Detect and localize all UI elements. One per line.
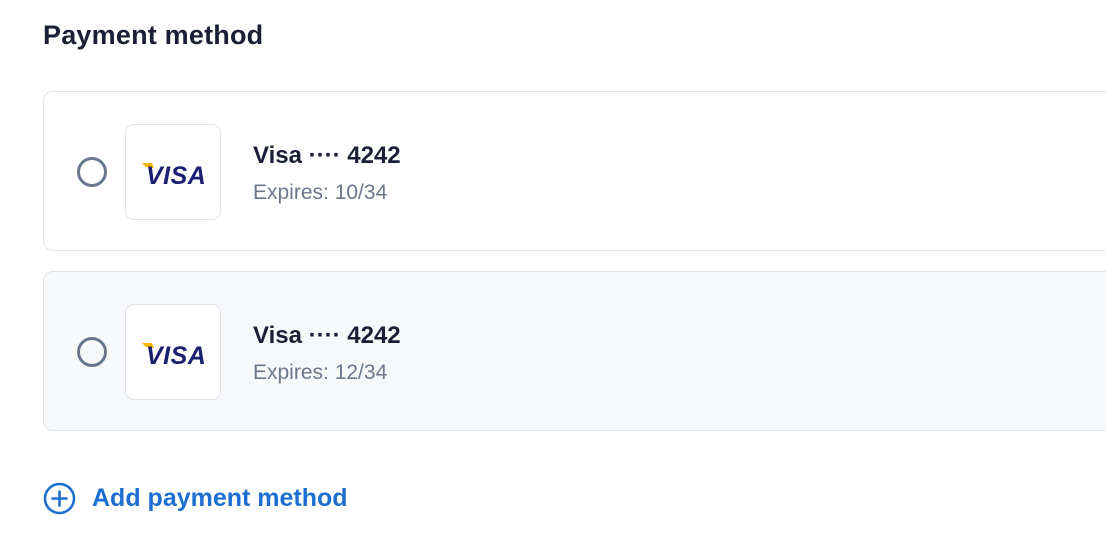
card-expiry: Expires: 10/34 — [253, 181, 388, 204]
add-payment-method-label: Add payment method — [92, 484, 348, 512]
svg-text:VISA: VISA — [146, 162, 206, 187]
visa-logo-icon: VISA — [142, 342, 206, 367]
payment-method-card[interactable]: VISA Visa ···· 4242 Expires: 10/34 — [43, 91, 1106, 251]
svg-text:VISA: VISA — [146, 342, 206, 367]
payment-method-radio[interactable] — [77, 337, 107, 367]
visa-logo-icon: VISA — [142, 162, 206, 187]
payment-method-card[interactable]: VISA Visa ···· 4242 Expires: 12/34 — [43, 271, 1106, 431]
card-name: Visa ···· 4242 — [253, 142, 401, 169]
payment-method-radio[interactable] — [77, 157, 107, 187]
card-name: Visa ···· 4242 — [253, 322, 401, 349]
card-expiry: Expires: 12/34 — [253, 361, 388, 384]
section-title: Payment method — [43, 20, 264, 50]
visa-logo: VISA — [125, 304, 221, 400]
visa-logo: VISA — [125, 124, 221, 220]
plus-circle-icon — [43, 482, 76, 515]
add-payment-method-link[interactable]: Add payment method — [43, 482, 348, 515]
